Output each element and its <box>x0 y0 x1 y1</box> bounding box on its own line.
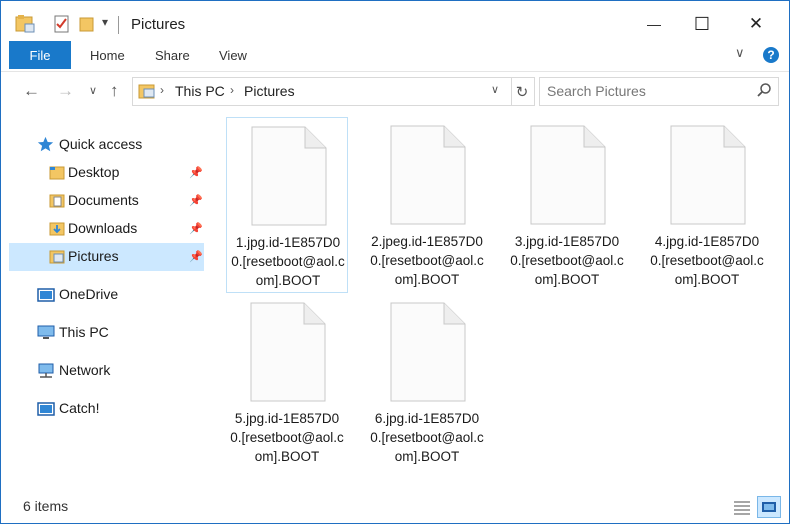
large-icons-view-icon[interactable] <box>757 496 781 518</box>
properties-icon[interactable] <box>53 15 71 38</box>
title-separator <box>118 16 119 34</box>
sidebar-item-catch[interactable]: Catch! <box>9 395 204 423</box>
back-button[interactable]: ← <box>23 81 40 101</box>
navigation-bar: ← → ∨ ↑ › This PC › Pictures ∨ ↻ Search … <box>1 71 789 110</box>
address-dropdown-chevron-icon[interactable]: ∨ <box>491 83 499 96</box>
documents-folder-icon <box>49 193 65 214</box>
pictures-folder-icon <box>49 249 65 270</box>
file-name: 1.jpg.id-1E857D00.[resetboot@aol.com].BO… <box>231 235 345 288</box>
file-name: 3.jpg.id-1E857D00.[resetboot@aol.com].BO… <box>510 234 624 287</box>
folder-app-icon <box>15 15 35 38</box>
sidebar-item-label: This PC <box>59 324 109 340</box>
ribbon-collapse-chevron-icon[interactable]: ∨ <box>735 45 745 61</box>
sidebar-item-desktop[interactable]: Desktop 📌 <box>9 159 204 187</box>
sidebar-item-label: Desktop <box>68 164 120 180</box>
refresh-button[interactable]: ↻ <box>510 77 535 106</box>
file-item[interactable]: 2.jpeg.id-1E857D00.[resetboot@aol.com].B… <box>366 117 488 293</box>
sidebar-item-label: Documents <box>68 192 139 208</box>
breadcrumb-separator: › <box>160 83 164 97</box>
onedrive-icon <box>37 287 55 308</box>
customize-toolbar-icon[interactable]: ▾ <box>102 15 108 29</box>
pictures-location-icon <box>138 83 156 104</box>
blank-file-icon <box>251 126 327 231</box>
up-button[interactable]: ↑ <box>110 81 119 101</box>
file-name: 4.jpg.id-1E857D00.[resetboot@aol.com].BO… <box>650 234 764 287</box>
file-list: 1.jpg.id-1E857D00.[resetboot@aol.com].BO… <box>213 109 789 493</box>
pin-icon[interactable]: 📌 <box>189 222 203 235</box>
recent-locations-chevron-icon[interactable]: ∨ <box>89 84 97 97</box>
tab-file[interactable]: File <box>9 41 71 69</box>
file-explorer-window: PC risk.com ▾ Pictures — ☐ ✕ File Home S… <box>0 0 790 524</box>
file-name: 5.jpg.id-1E857D00.[resetboot@aol.com].BO… <box>230 411 344 464</box>
sidebar-item-pictures[interactable]: Pictures 📌 <box>9 243 204 271</box>
search-icon[interactable] <box>756 82 772 103</box>
search-placeholder: Search Pictures <box>547 83 646 99</box>
breadcrumb-separator: › <box>230 83 234 97</box>
file-item[interactable]: 4.jpg.id-1E857D00.[resetboot@aol.com].BO… <box>646 117 768 293</box>
search-input[interactable]: Search Pictures <box>539 77 779 106</box>
sidebar-item-documents[interactable]: Documents 📌 <box>9 187 204 215</box>
pin-icon[interactable]: 📌 <box>189 194 203 207</box>
item-count: 6 items <box>23 498 69 514</box>
sidebar-item-label: Pictures <box>68 248 119 264</box>
sidebar-item-this-pc[interactable]: This PC <box>9 319 204 347</box>
sidebar-item-label: Network <box>59 362 111 378</box>
sidebar-item-quick-access[interactable]: Quick access <box>9 131 204 159</box>
breadcrumb-this-pc[interactable]: This PC <box>175 83 225 99</box>
ribbon-tabs: File Home Share View ∨ ? <box>1 41 789 71</box>
sidebar-item-downloads[interactable]: Downloads 📌 <box>9 215 204 243</box>
tab-view[interactable]: View <box>219 41 247 69</box>
file-item[interactable]: 6.jpg.id-1E857D00.[resetboot@aol.com].BO… <box>366 294 488 470</box>
new-folder-icon[interactable] <box>79 15 95 38</box>
this-pc-icon <box>37 325 55 346</box>
tab-share[interactable]: Share <box>155 41 190 69</box>
file-name: 6.jpg.id-1E857D00.[resetboot@aol.com].BO… <box>370 411 484 464</box>
sidebar-item-label: OneDrive <box>59 286 119 302</box>
blank-file-icon <box>670 125 746 230</box>
file-item[interactable]: 5.jpg.id-1E857D00.[resetboot@aol.com].BO… <box>226 294 348 470</box>
file-name: 2.jpeg.id-1E857D00.[resetboot@aol.com].B… <box>370 234 484 287</box>
network-icon <box>37 363 55 384</box>
address-bar[interactable]: › This PC › Pictures ∨ <box>132 77 512 106</box>
blank-file-icon <box>390 302 466 407</box>
navigation-pane: Quick access Desktop 📌 Documents 📌 Downl… <box>1 109 211 493</box>
sidebar-item-label: Catch! <box>59 400 100 416</box>
pin-icon[interactable]: 📌 <box>189 166 203 179</box>
breadcrumb-pictures[interactable]: Pictures <box>244 83 295 99</box>
status-bar: 6 items <box>1 493 789 523</box>
star-icon <box>37 136 54 158</box>
file-item[interactable]: 3.jpg.id-1E857D00.[resetboot@aol.com].BO… <box>506 117 628 293</box>
catch-icon <box>37 401 55 422</box>
pin-icon[interactable]: 📌 <box>189 250 203 263</box>
file-item[interactable]: 1.jpg.id-1E857D00.[resetboot@aol.com].BO… <box>226 117 348 293</box>
help-icon[interactable]: ? <box>763 47 779 63</box>
sidebar-item-label: Quick access <box>59 136 143 152</box>
details-view-icon[interactable] <box>732 498 752 516</box>
sidebar-item-network[interactable]: Network <box>9 357 204 385</box>
desktop-folder-icon <box>49 165 65 186</box>
blank-file-icon <box>530 125 606 230</box>
downloads-folder-icon <box>49 221 65 242</box>
forward-button[interactable]: → <box>57 81 74 101</box>
blank-file-icon <box>250 302 326 407</box>
sidebar-item-onedrive[interactable]: OneDrive <box>9 281 204 309</box>
tab-home[interactable]: Home <box>90 41 125 69</box>
sidebar-item-label: Downloads <box>68 220 138 236</box>
window-title: Pictures <box>131 16 186 33</box>
blank-file-icon <box>390 125 466 230</box>
